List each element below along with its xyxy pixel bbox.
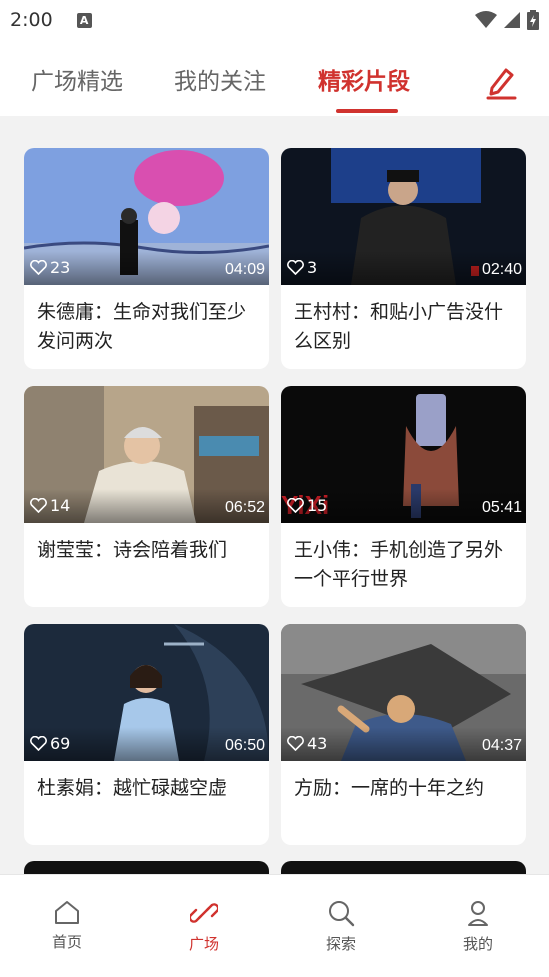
video-card[interactable]: 43 04:37 方励：一席的十年之约 bbox=[281, 624, 526, 845]
video-title: 方励：一席的十年之约 bbox=[294, 777, 485, 799]
wifi-icon bbox=[475, 11, 497, 28]
status-time: 2:00 bbox=[10, 9, 53, 31]
like-count: 15 bbox=[287, 496, 327, 515]
tab-following[interactable]: 我的关注 bbox=[174, 62, 266, 96]
video-card[interactable]: 23 04:09 朱德庸：生命对我们至少发问两次 bbox=[24, 148, 269, 369]
nav-profile[interactable]: 我的 bbox=[438, 899, 518, 954]
nav-label: 我的 bbox=[462, 935, 493, 953]
video-duration: 06:52 bbox=[224, 499, 265, 516]
signal-icon bbox=[504, 12, 520, 28]
nav-plaza[interactable]: 广场 bbox=[164, 899, 244, 954]
video-title: 王小伟：手机创造了另外一个平行世界 bbox=[294, 539, 504, 590]
search-icon bbox=[329, 901, 355, 927]
like-count: 69 bbox=[30, 734, 70, 753]
notification-icon: A bbox=[76, 12, 92, 28]
video-card[interactable] bbox=[281, 861, 526, 874]
like-count: 43 bbox=[287, 734, 327, 753]
video-title: 王村村：和贴小广告没什么区别 bbox=[294, 301, 504, 352]
nav-explore[interactable]: 探索 bbox=[301, 899, 381, 954]
like-count: 3 bbox=[287, 258, 317, 277]
nav-home[interactable]: 首页 bbox=[27, 899, 107, 952]
video-duration: 05:41 bbox=[481, 499, 522, 516]
nav-label: 探索 bbox=[325, 935, 356, 953]
status-bar: 2:00 A bbox=[0, 0, 549, 40]
video-duration: 04:37 bbox=[481, 737, 522, 754]
tab-highlights[interactable]: 精彩片段 bbox=[318, 62, 410, 96]
status-icons bbox=[475, 10, 539, 30]
top-tab-bar: 广场精选 我的关注 精彩片段 bbox=[0, 40, 549, 116]
video-card[interactable]: 14 06:52 谢莹莹：诗会陪着我们 bbox=[24, 386, 269, 607]
video-title: 谢莹莹：诗会陪着我们 bbox=[37, 539, 228, 561]
video-thumbnail: 69 06:50 bbox=[24, 624, 269, 761]
video-thumbnail: YiXi 15 05:41 bbox=[281, 386, 526, 523]
battery-icon bbox=[527, 10, 539, 30]
nav-label: 广场 bbox=[188, 935, 219, 953]
heart-icon bbox=[30, 260, 47, 275]
video-duration: 02:40 bbox=[481, 261, 522, 278]
heart-icon bbox=[287, 736, 304, 751]
video-title: 朱德庸：生命对我们至少发问两次 bbox=[37, 301, 247, 352]
like-count: 23 bbox=[30, 258, 70, 277]
edit-icon[interactable] bbox=[484, 64, 518, 100]
heart-icon bbox=[287, 260, 304, 275]
heart-icon bbox=[30, 498, 47, 513]
video-thumbnail: 43 04:37 bbox=[281, 624, 526, 761]
video-thumbnail: 23 04:09 bbox=[24, 148, 269, 285]
video-grid: 23 04:09 朱德庸：生命对我们至少发问两次 3 02:40 王村村：和贴小… bbox=[0, 116, 549, 874]
tab-featured[interactable]: 广场精选 bbox=[31, 62, 123, 96]
video-title: 杜素娟：越忙碌越空虚 bbox=[37, 777, 228, 799]
video-card[interactable]: 69 06:50 杜素娟：越忙碌越空虚 bbox=[24, 624, 269, 845]
user-icon bbox=[468, 901, 488, 926]
video-card[interactable]: 3 02:40 王村村：和贴小广告没什么区别 bbox=[281, 148, 526, 369]
video-card[interactable] bbox=[24, 861, 269, 874]
heart-icon bbox=[287, 498, 304, 513]
like-count: 14 bbox=[30, 496, 70, 515]
heart-icon bbox=[30, 736, 47, 751]
video-thumbnail: 14 06:52 bbox=[24, 386, 269, 523]
video-thumbnail: 3 02:40 bbox=[281, 148, 526, 285]
video-duration: 06:50 bbox=[224, 737, 265, 754]
active-tab-indicator bbox=[336, 109, 398, 113]
bottom-nav: 首页 广场 探索 我的 bbox=[0, 874, 549, 977]
video-duration: 04:09 bbox=[224, 261, 265, 278]
home-icon bbox=[55, 901, 79, 924]
nav-label: 首页 bbox=[51, 933, 82, 951]
video-card[interactable]: YiXi 15 05:41 王小伟：手机创造了另外一个平行世界 bbox=[281, 386, 526, 607]
link-icon bbox=[190, 903, 218, 923]
